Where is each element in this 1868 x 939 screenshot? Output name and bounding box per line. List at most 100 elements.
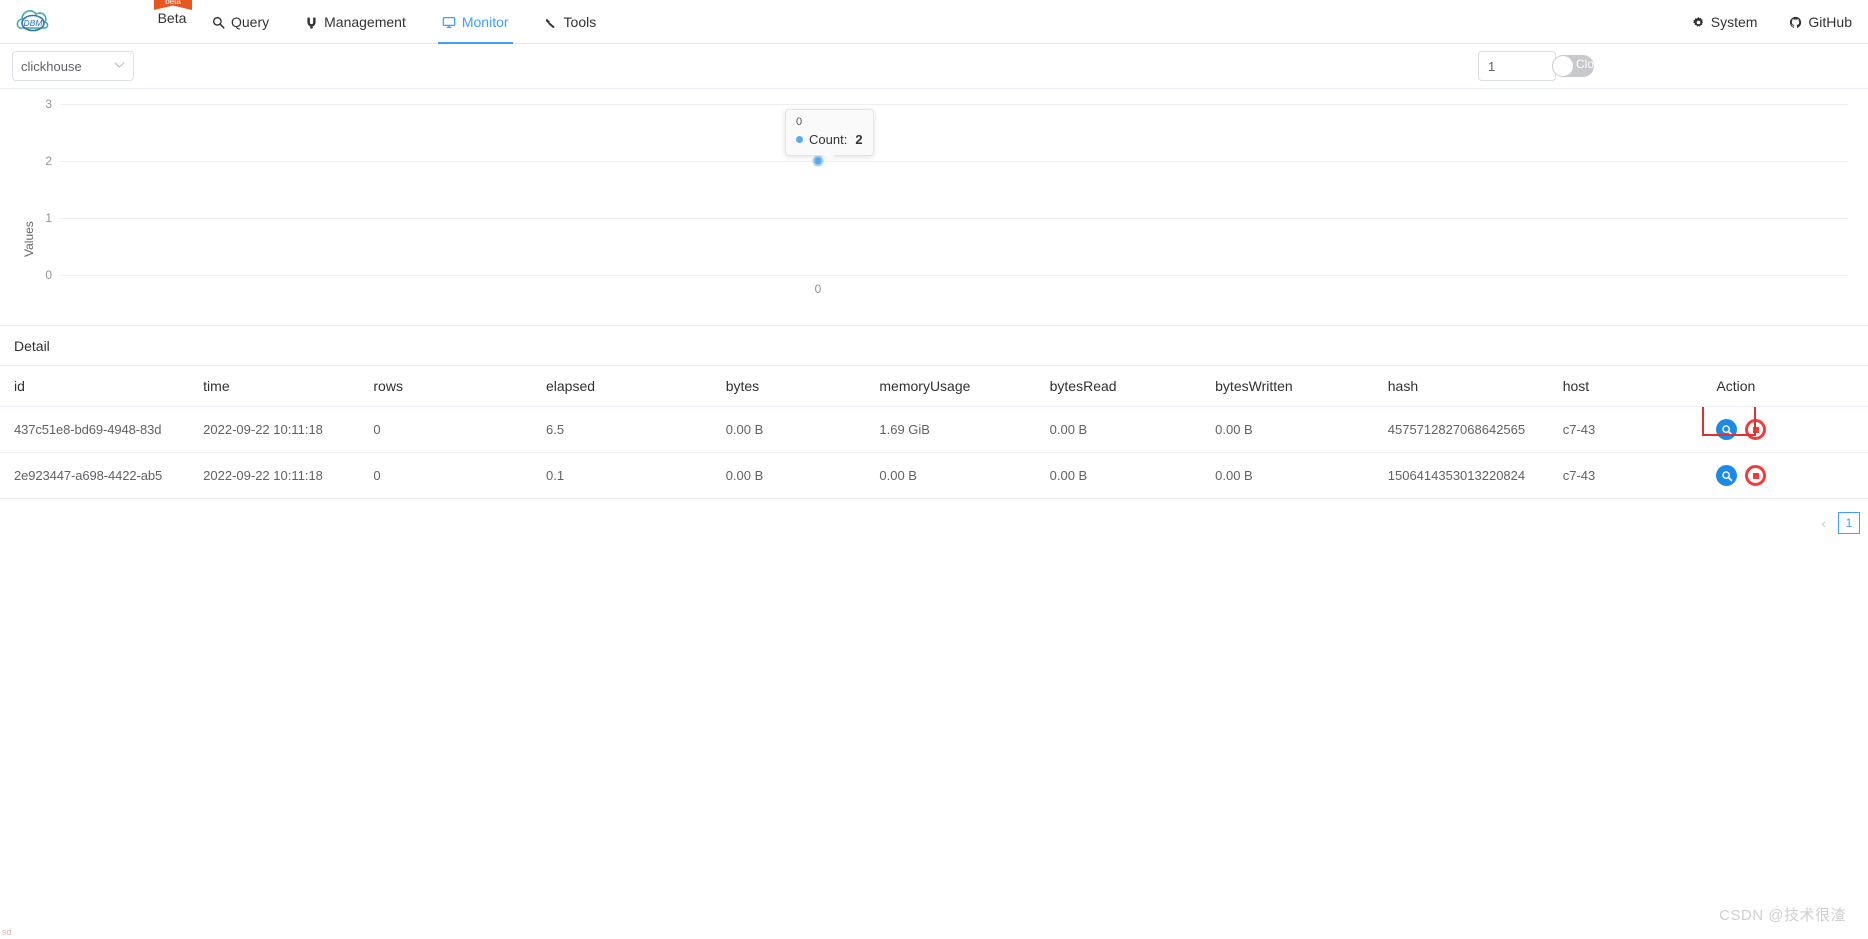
cell-hash: 1506414353013220824	[1373, 452, 1549, 499]
column-header-host[interactable]: host	[1548, 366, 1703, 407]
cell-memoryusage: 1.69 GiB	[865, 406, 1036, 453]
nav-item-system[interactable]: System	[1676, 0, 1774, 44]
column-header-action: Action	[1702, 366, 1868, 407]
app-logo[interactable]: DBM	[14, 2, 52, 40]
nav-item-label: GitHub	[1808, 14, 1852, 30]
column-header-bytesread[interactable]: bytesRead	[1035, 366, 1202, 407]
nav-item-label: Monitor	[461, 14, 509, 30]
nav-item-query[interactable]: Query	[194, 0, 287, 44]
tooltip-title: 0	[796, 116, 803, 128]
tooltip-series-value: 2	[855, 132, 863, 147]
detail-panel-title: Detail	[0, 326, 1868, 366]
corner-note: sd	[2, 927, 12, 937]
watermark: CSDN @技术很渣	[1719, 907, 1846, 924]
monitor-icon	[442, 16, 456, 29]
chart-y-axis-title: Values	[22, 221, 36, 257]
cell-byteswritten: 0.00 B	[1201, 452, 1374, 499]
cell-byteswritten: 0.00 B	[1201, 406, 1374, 453]
tools-icon	[545, 16, 558, 29]
nav-item-tools[interactable]: Tools	[527, 0, 615, 44]
cell-time: 2022-09-22 10:11:18	[189, 406, 360, 453]
column-header-byteswritten[interactable]: bytesWritten	[1201, 366, 1374, 407]
cell-bytes: 0.00 B	[711, 406, 866, 453]
column-header-time[interactable]: time	[189, 366, 360, 407]
cell-time: 2022-09-22 10:11:18	[189, 452, 360, 499]
tooltip-series-row: Count: 2	[796, 132, 863, 147]
cell-action	[1702, 452, 1868, 499]
nav-item-github[interactable]: GitHub	[1773, 0, 1868, 44]
view-query-button[interactable]	[1716, 465, 1738, 486]
search-icon	[212, 16, 225, 29]
gear-icon	[1692, 16, 1705, 29]
process-table: id time rows elapsed bytes memoryUsage b…	[0, 366, 1868, 499]
auto-refresh-switch[interactable]: Close	[1552, 55, 1607, 77]
datasource-select-value: clickhouse	[21, 58, 82, 74]
cell-bytes: 0.00 B	[711, 452, 866, 499]
nav-item-monitor[interactable]: Monitor	[424, 0, 527, 44]
tooltip-series-label: Count:	[809, 132, 848, 147]
gridline	[60, 104, 1848, 105]
kill-query-button[interactable]	[1745, 465, 1767, 486]
nav-item-label: Query	[231, 14, 270, 30]
column-header-rows[interactable]: rows	[359, 366, 532, 407]
svg-text:DBM: DBM	[24, 18, 44, 28]
column-header-id[interactable]: id	[0, 366, 190, 407]
column-header-elapsed[interactable]: elapsed	[532, 366, 712, 407]
kill-query-button[interactable]	[1745, 419, 1767, 440]
top-navbar: DBM beta Beta Query Management Monitor T…	[0, 0, 1868, 44]
y-axis-tick: 0	[45, 268, 52, 282]
cell-id: 437c51e8-bd69-4948-83d	[0, 406, 190, 453]
chevron-down-icon	[114, 61, 125, 72]
y-axis-tick: 3	[45, 97, 52, 111]
table-header-row: id time rows elapsed bytes memoryUsage b…	[0, 366, 1868, 407]
management-icon	[305, 16, 318, 29]
series-color-dot	[796, 136, 803, 143]
column-header-bytes[interactable]: bytes	[711, 366, 866, 407]
stop-icon	[1752, 426, 1759, 433]
beta-badge: beta Beta	[150, 0, 194, 44]
column-header-memoryusage[interactable]: memoryUsage	[865, 366, 1036, 407]
beta-ribbon: beta	[154, 0, 192, 10]
chart-data-point[interactable]	[812, 155, 824, 167]
chart-plot-area[interactable]: Values 3 2 1 0 0 0 Count: 2	[0, 89, 1868, 325]
refresh-interval-input[interactable]	[1478, 51, 1556, 81]
monitor-chart-panel: Values 3 2 1 0 0 0 Count: 2	[0, 89, 1868, 326]
switch-track[interactable]: Close	[1552, 55, 1607, 77]
cell-bytesread: 0.00 B	[1035, 452, 1202, 499]
y-axis-tick: 2	[45, 154, 52, 168]
filter-toolbar: clickhouse Close	[0, 44, 1868, 89]
gridline	[60, 275, 1848, 276]
pagination: ‹ 1	[0, 499, 1868, 547]
cell-elapsed: 0.1	[532, 452, 712, 499]
switch-knob	[1553, 56, 1573, 76]
cell-host: c7-43	[1548, 406, 1703, 453]
stop-icon	[1752, 472, 1759, 479]
cell-hash: 4575712827068642565	[1373, 406, 1549, 453]
table-row[interactable]: 437c51e8-bd69-4948-83d 2022-09-22 10:11:…	[0, 406, 1868, 453]
cell-elapsed: 6.5	[532, 406, 712, 453]
y-axis-tick: 1	[45, 211, 52, 225]
chart-tooltip: 0 Count: 2	[785, 109, 874, 161]
table-row[interactable]: 2e923447-a698-4422-ab5 2022-09-22 10:11:…	[0, 452, 1868, 499]
pagination-page-1[interactable]: 1	[1838, 512, 1860, 534]
nav-item-label: Tools	[563, 14, 597, 30]
x-axis-tick: 0	[814, 282, 822, 296]
gridline	[60, 161, 1848, 162]
cell-host: c7-43	[1548, 452, 1703, 499]
cell-id: 2e923447-a698-4422-ab5	[0, 452, 190, 499]
nav-item-label: System	[1710, 14, 1758, 30]
cell-rows: 0	[359, 406, 532, 453]
pagination-prev-button[interactable]: ‹	[1818, 516, 1830, 531]
column-header-hash[interactable]: hash	[1373, 366, 1549, 407]
cell-action	[1702, 406, 1868, 453]
switch-label: Close	[1576, 57, 1607, 71]
cell-memoryusage: 0.00 B	[865, 452, 1036, 499]
nav-right-group: System GitHub	[1676, 0, 1868, 44]
main-nav: beta Beta Query Management Monitor Tools	[150, 0, 614, 44]
detail-panel: Detail id time rows elapsed bytes memory…	[0, 326, 1868, 547]
view-query-button[interactable]	[1716, 419, 1738, 440]
cell-rows: 0	[359, 452, 532, 499]
datasource-select[interactable]: clickhouse	[12, 51, 134, 81]
nav-item-management[interactable]: Management	[287, 0, 424, 44]
nav-item-label: Management	[324, 14, 406, 30]
